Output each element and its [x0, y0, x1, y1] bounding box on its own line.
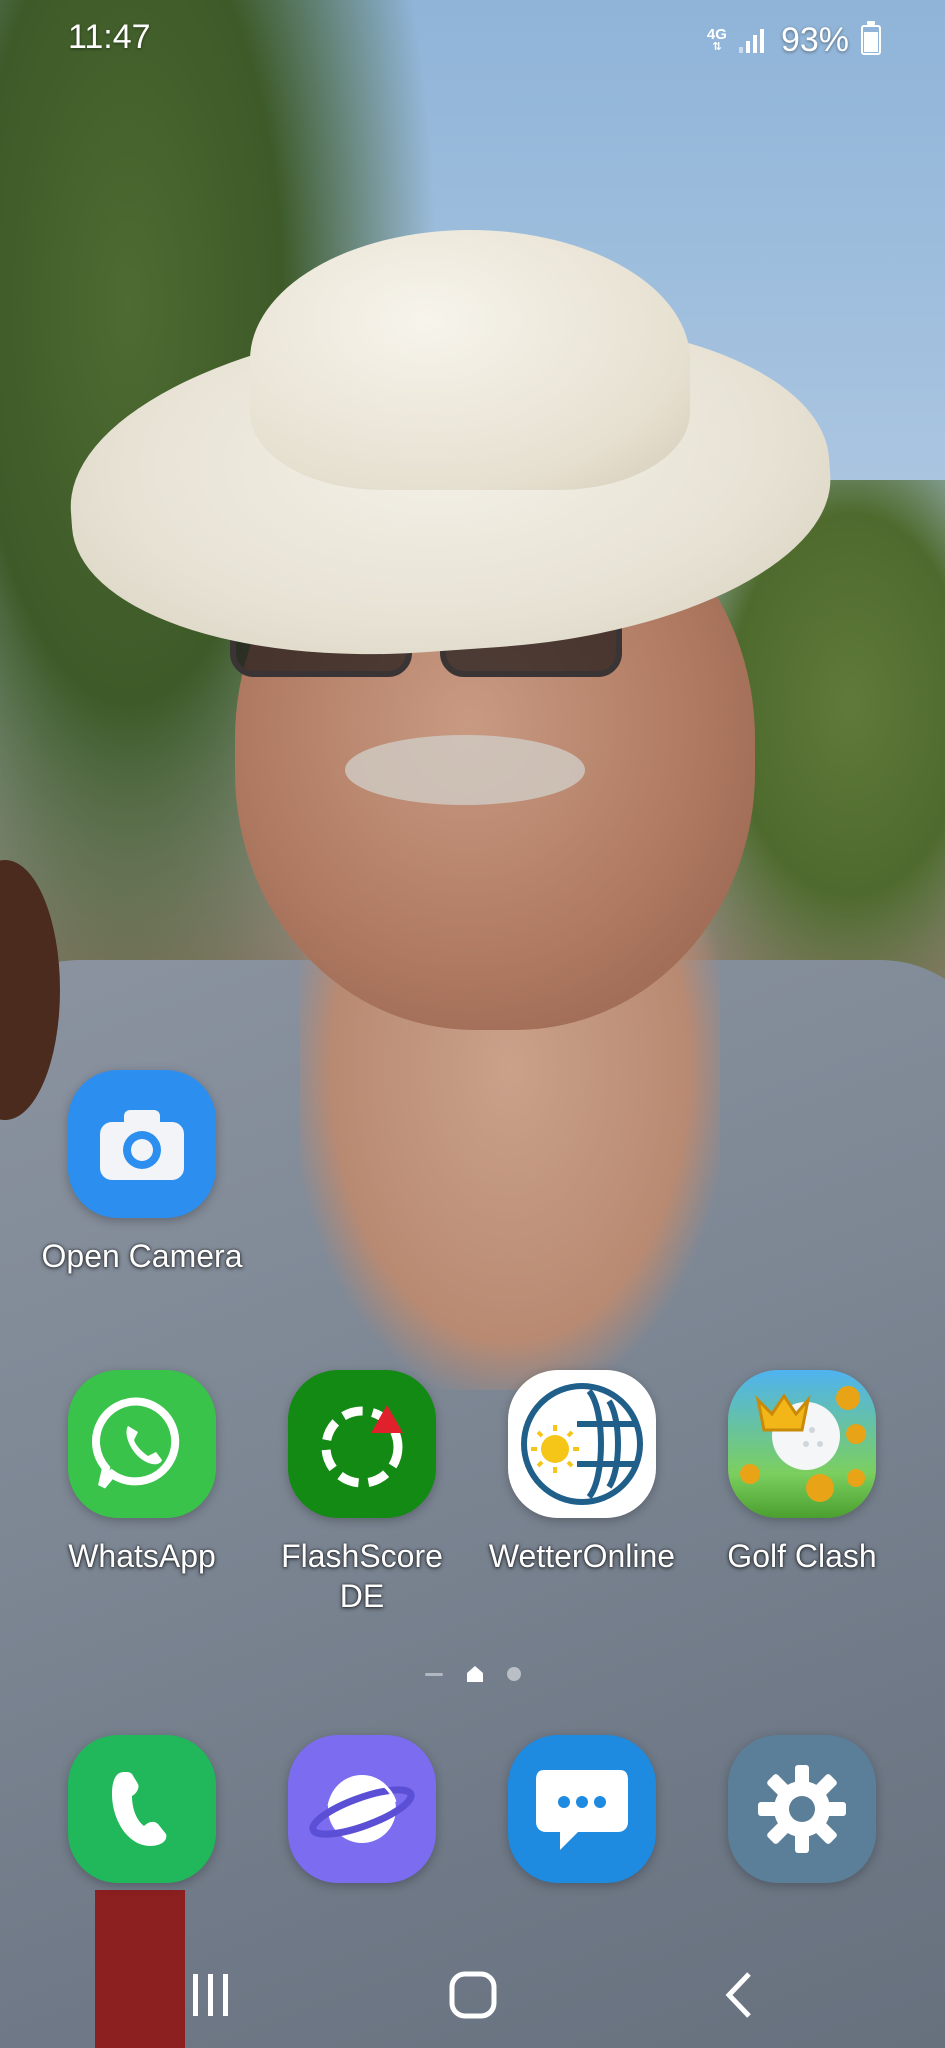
wallpaper-mustache [345, 735, 585, 805]
navigation-bar [0, 1940, 945, 2048]
status-bar: 11:47 4G ⇅ 93% [0, 0, 945, 80]
app-wetteronline[interactable]: WetterOnline [472, 1370, 692, 1576]
battery-percent: 93% [780, 20, 849, 59]
app-open-camera[interactable]: Open Camera [32, 1070, 252, 1276]
recents-icon [193, 1974, 228, 2016]
app-label: WhatsApp [68, 1538, 216, 1574]
app-golf-clash[interactable]: Golf Clash [692, 1370, 912, 1576]
message-icon [508, 1735, 656, 1883]
home-page-indicator-icon [466, 1666, 483, 1682]
recents-button[interactable] [156, 1960, 266, 2030]
golf-clash-icon [728, 1370, 876, 1518]
wallpaper-hat-crown [250, 230, 690, 490]
gear-icon [728, 1735, 876, 1883]
dock-internet[interactable] [252, 1735, 472, 1883]
back-icon [725, 1972, 751, 2018]
dock-phone[interactable] [32, 1735, 252, 1883]
network-type-icon: 4G ⇅ [706, 26, 727, 53]
app-flashscore[interactable]: FlashScore DE [252, 1370, 472, 1616]
home-button[interactable] [418, 1960, 528, 2030]
network-type-label: 4G [706, 26, 727, 43]
page-indicator-dot [506, 1667, 521, 1681]
dock-settings[interactable] [692, 1735, 912, 1883]
app-label: Golf Clash [727, 1538, 877, 1574]
whatsapp-icon [68, 1370, 216, 1518]
page-indicator-dash [424, 1672, 443, 1676]
home-icon [449, 1971, 497, 2019]
dock-messages[interactable] [472, 1735, 692, 1883]
status-icons: 4G ⇅ 93% [707, 18, 881, 62]
planet-icon [288, 1735, 436, 1883]
signal-icon [738, 27, 769, 53]
wetteronline-icon [508, 1370, 656, 1518]
back-button[interactable] [684, 1960, 794, 2030]
camera-icon [68, 1070, 216, 1218]
flashscore-icon [288, 1370, 436, 1518]
app-label: FlashScore DE [281, 1538, 443, 1614]
page-indicator[interactable] [0, 1662, 945, 1686]
app-whatsapp[interactable]: WhatsApp [32, 1370, 252, 1576]
battery-icon [861, 21, 881, 55]
app-label: Open Camera [41, 1238, 243, 1274]
status-time: 11:47 [68, 18, 151, 56]
app-label: WetterOnline [488, 1538, 676, 1574]
phone-icon [68, 1735, 216, 1883]
